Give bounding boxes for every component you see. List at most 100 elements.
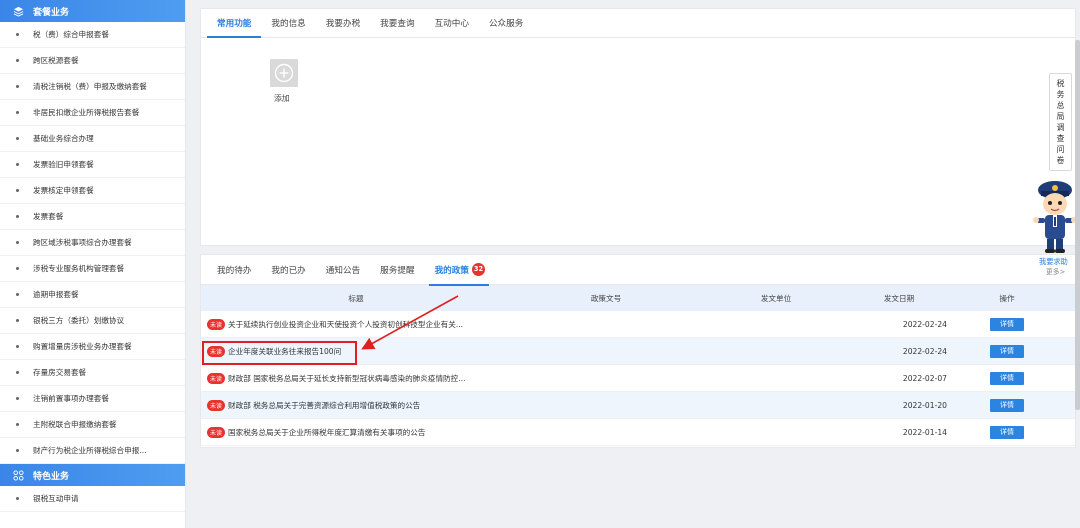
bottom-tab[interactable]: 我的政策 32 <box>425 255 495 286</box>
sidebar-item[interactable]: 税（费）综合申报套餐 <box>0 22 185 48</box>
unread-badge: 未读 <box>207 426 226 438</box>
top-tab[interactable]: 我要办税 <box>316 9 370 37</box>
sidebar-group-package[interactable]: 套餐业务 <box>0 0 185 22</box>
bullet-dot <box>16 371 19 374</box>
sidebar-item[interactable]: 跨区税源套餐 <box>0 48 185 74</box>
policy-title[interactable]: 关于延续执行创业投资企业和天使投资个人投资初创科技型企业有关... <box>228 319 463 330</box>
detail-button[interactable]: 详情 <box>990 344 1024 358</box>
tax-officer-mascot[interactable] <box>1030 176 1080 256</box>
policy-title[interactable]: 国家税务总局关于企业所得税年度汇算清缴有关事项的公告 <box>228 427 425 438</box>
sidebar-item[interactable]: 注销前置事项办理套餐 <box>0 386 185 412</box>
policy-title[interactable]: 财政部 国家税务总局关于延长支持新型冠状病毒感染的肺炎疫情防控... <box>228 373 465 384</box>
survey-char: 调 <box>1056 123 1065 132</box>
header-issuer: 发文单位 <box>760 293 792 303</box>
policy-date: 2022-02-24 <box>902 319 947 329</box>
survey-char: 查 <box>1056 134 1065 143</box>
add-function-button[interactable] <box>270 59 298 87</box>
sidebar-item[interactable]: 基础业务综合办理 <box>0 126 185 152</box>
sidebar-item[interactable]: 发票验旧申领套餐 <box>0 152 185 178</box>
sidebar-item-label: 购置增量房涉税业务办理套餐 <box>33 342 132 351</box>
detail-button[interactable]: 详情 <box>990 425 1024 439</box>
bottom-tab[interactable]: 我的待办 <box>207 255 261 285</box>
top-tab[interactable]: 公众服务 <box>479 9 533 37</box>
unread-badge: 未读 <box>207 372 226 384</box>
detail-button[interactable]: 详情 <box>990 371 1024 385</box>
survey-char: 税 <box>1056 79 1065 88</box>
bottom-tab-bar: 我的待办 我的已办 通知公告 服务提醒 我的政策 32 <box>201 255 1075 286</box>
policy-title-cell[interactable]: 未读 关于延续执行创业投资企业和天使投资个人投资初创科技型企业有关... <box>201 318 511 330</box>
header-date: 发文日期 <box>883 293 915 303</box>
sidebar-item-label: 非居民扣缴企业所得税报告套餐 <box>33 108 140 117</box>
survey-tab[interactable]: 税务总局调查问卷 <box>1049 73 1072 171</box>
add-function-label: 添加 <box>274 94 290 103</box>
bullet-dot <box>16 137 19 140</box>
top-tab[interactable]: 常用功能 <box>207 9 262 38</box>
policy-date: 2022-02-07 <box>902 373 947 383</box>
common-functions-panel: 常用功能 我的信息 我要办税 我要查询 互动中心 公众服务 添加 <box>200 8 1076 246</box>
sidebar-item[interactable]: 逾期申报套餐 <box>0 282 185 308</box>
sidebar-item[interactable]: 非居民扣缴企业所得税报告套餐 <box>0 100 185 126</box>
bottom-tab[interactable]: 服务提醒 <box>370 255 424 285</box>
policy-title-cell[interactable]: 未读 财政部 国家税务总局关于延长支持新型冠状病毒感染的肺炎疫情防控... <box>201 372 511 384</box>
bullet-dot <box>16 215 19 218</box>
header-title: 标题 <box>348 293 364 303</box>
header-doc-no: 政策文号 <box>590 293 622 303</box>
bullet-dot <box>16 241 19 244</box>
bullet-dot <box>16 33 19 36</box>
top-tab[interactable]: 我的信息 <box>261 9 315 37</box>
bullet-dot <box>16 293 19 296</box>
bullet-dot <box>16 111 19 114</box>
bullet-dot <box>16 59 19 62</box>
sidebar-group-label: 特色业务 <box>33 471 70 482</box>
bottom-tab[interactable]: 通知公告 <box>316 255 370 285</box>
op-cell: 详情 <box>947 371 1067 385</box>
bullet-dot <box>16 497 19 500</box>
policy-title[interactable]: 财政部 税务总局关于完善资源综合利用增值税政策的公告 <box>228 400 420 411</box>
sidebar-item[interactable]: 存量房交易套餐 <box>0 360 185 386</box>
sidebar-special-list: 银税互动申请 <box>0 486 185 512</box>
detail-button[interactable]: 详情 <box>990 398 1024 412</box>
sidebar-item[interactable]: 财产行为税企业所得税综合申报... <box>0 438 185 464</box>
sidebar-item-label: 发票核定申领套餐 <box>33 186 94 195</box>
bullet-dot <box>16 449 19 452</box>
sidebar-item-label: 基础业务综合办理 <box>33 134 94 143</box>
header-op: 操作 <box>999 293 1015 303</box>
more-link[interactable]: 更多> <box>1046 266 1065 276</box>
policy-title-cell[interactable]: 未读 国家税务总局关于企业所得税年度汇算清缴有关事项的公告 <box>201 426 511 438</box>
unread-badge: 未读 <box>207 399 226 411</box>
sidebar-item[interactable]: 银税互动申请 <box>0 486 185 512</box>
table-row[interactable]: 未读 财政部 国家税务总局关于延长支持新型冠状病毒感染的肺炎疫情防控... 2022… <box>201 365 1075 392</box>
policy-date: 2022-02-24 <box>902 346 947 356</box>
sidebar-item[interactable]: 发票核定申领套餐 <box>0 178 185 204</box>
sidebar-group-special[interactable]: 特色业务 <box>0 464 185 486</box>
table-row[interactable]: 未读 国家税务总局关于企业所得税年度汇算清缴有关事项的公告 2022-01-14 详情 <box>201 419 1075 446</box>
sidebar-item[interactable]: 涉税专业服务机构管理套餐 <box>0 256 185 282</box>
sidebar-item[interactable]: 主附税联合申报缴纳套餐 <box>0 412 185 438</box>
detail-button[interactable]: 详情 <box>990 317 1024 331</box>
top-tab[interactable]: 我要查询 <box>370 9 424 37</box>
bullet-dot <box>16 397 19 400</box>
table-row[interactable]: 未读 关于延续执行创业投资企业和天使投资个人投资初创科技型企业有关... 2022-… <box>201 311 1075 338</box>
survey-char: 总 <box>1056 101 1065 110</box>
sidebar-item[interactable]: 购置增量房涉税业务办理套餐 <box>0 334 185 360</box>
bullet-dot <box>16 85 19 88</box>
bottom-tab[interactable]: 我的已办 <box>261 255 315 285</box>
bottom-tab-label: 我的待办 <box>217 265 252 276</box>
policy-date: 2022-01-20 <box>902 400 947 410</box>
table-row[interactable]: 未读 财政部 税务总局关于完善资源综合利用增值税政策的公告 2022-01-20 详情 <box>201 392 1075 419</box>
sidebar-item[interactable]: 发票套餐 <box>0 204 185 230</box>
top-tab-bar: 常用功能 我的信息 我要办税 我要查询 互动中心 公众服务 <box>201 9 1075 38</box>
sidebar-item[interactable]: 跨区域涉税事项综合办理套餐 <box>0 230 185 256</box>
sidebar-item-label: 注销前置事项办理套餐 <box>33 394 109 403</box>
policy-date: 2022-01-14 <box>902 427 947 437</box>
top-tab[interactable]: 互动中心 <box>425 9 479 37</box>
unread-badge: 未读 <box>207 318 226 330</box>
sidebar-item-label: 发票验旧申领套餐 <box>33 160 94 169</box>
op-cell: 详情 <box>947 344 1067 358</box>
sidebar-item[interactable]: 清税注销税（费）申报及缴纳套餐 <box>0 74 185 100</box>
layers-icon <box>12 5 24 17</box>
policy-title-cell[interactable]: 未读 财政部 税务总局关于完善资源综合利用增值税政策的公告 <box>201 399 511 411</box>
scrollbar[interactable] <box>1075 40 1080 410</box>
table-header: 标题 政策文号 发文单位 发文日期 操作 <box>201 285 1075 311</box>
sidebar-item[interactable]: 银税三方（委托）划缴协议 <box>0 308 185 334</box>
